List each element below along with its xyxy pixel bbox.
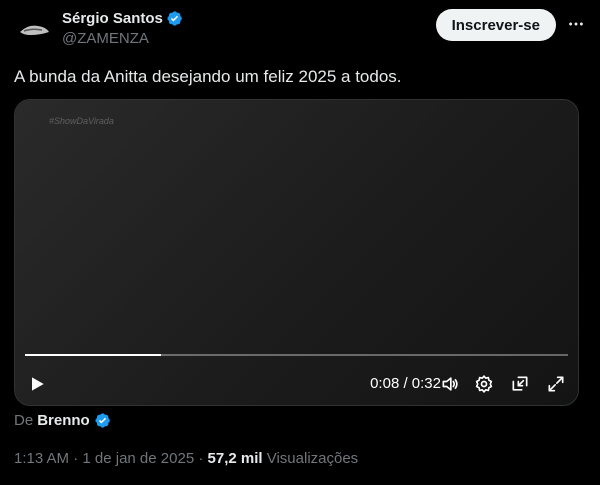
tweet-meta: 1:13 AM · 1 de jan de 2025 · 57,2 mil Vi… — [14, 450, 358, 467]
fullscreen-icon[interactable] — [544, 372, 568, 396]
video-attribution: De Brenno — [14, 412, 111, 429]
author-display-name[interactable]: Sérgio Santos — [62, 10, 183, 27]
tweet-date[interactable]: 1 de jan de 2025 — [82, 450, 194, 467]
author-display-name-text[interactable]: Sérgio Santos — [62, 10, 163, 27]
meta-separator: · — [198, 450, 204, 467]
follow-button[interactable]: Inscrever-se — [435, 9, 556, 41]
more-dots-icon[interactable] — [566, 14, 586, 34]
author-names: Sérgio Santos @ZAMENZA — [62, 10, 183, 47]
tweet-time[interactable]: 1:13 AM — [14, 450, 69, 467]
author-avatar[interactable] — [14, 10, 54, 50]
author-handle[interactable]: @ZAMENZA — [62, 30, 183, 47]
avatar-image — [14, 10, 54, 50]
play-icon[interactable] — [25, 372, 49, 396]
picture-in-picture-icon[interactable] — [508, 372, 532, 396]
tweet-header: Sérgio Santos @ZAMENZA Inscrever-se — [14, 8, 586, 54]
video-progress-fill — [25, 354, 161, 356]
attribution-prefix: De — [14, 412, 34, 429]
video-time: 0:08 / 0:32 — [370, 375, 441, 392]
meta-separator: · — [73, 450, 79, 467]
video-watermark: #ShowDaVirada — [49, 116, 114, 126]
tweet-text: A bunda da Anitta desejando um feliz 202… — [14, 67, 402, 86]
views-count[interactable]: 57,2 mil — [208, 450, 263, 467]
video-player[interactable]: #ShowDaVirada 0:08 / 0:32 — [14, 99, 579, 406]
views-label: Visualizações — [266, 450, 359, 467]
attribution-name[interactable]: Brenno — [37, 412, 90, 429]
verified-badge-icon — [167, 11, 182, 26]
verified-badge-icon — [95, 413, 110, 428]
video-frame-placeholder[interactable] — [15, 100, 578, 405]
volume-icon[interactable] — [438, 372, 462, 396]
settings-gear-icon[interactable] — [472, 372, 496, 396]
video-progress-bar[interactable] — [25, 354, 568, 356]
